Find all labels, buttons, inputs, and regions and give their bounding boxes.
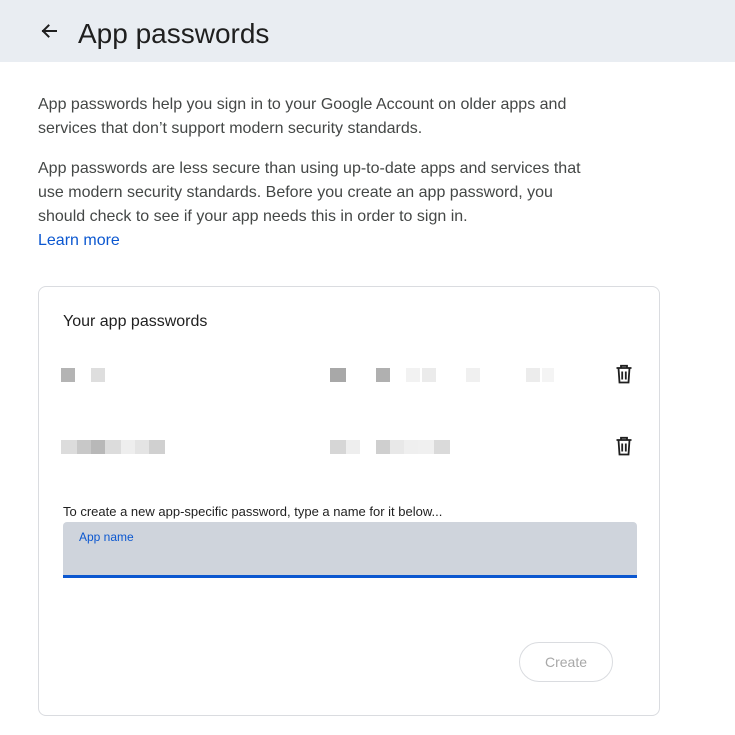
app-password-row xyxy=(39,427,659,467)
redacted-created-date xyxy=(330,368,560,382)
trash-icon xyxy=(615,436,633,461)
redacted-app-name xyxy=(61,368,111,382)
trash-icon xyxy=(615,364,633,389)
app-password-row xyxy=(39,355,659,395)
arrow-left-icon xyxy=(39,21,59,46)
back-button[interactable] xyxy=(34,18,64,48)
card-title: Your app passwords xyxy=(63,313,208,330)
redacted-app-name xyxy=(61,440,169,454)
delete-button[interactable] xyxy=(613,364,635,389)
app-name-field[interactable]: App name xyxy=(63,522,637,578)
intro-paragraph-2: App passwords are less secure than using… xyxy=(38,160,581,225)
intro-paragraph-1: App passwords help you sign in to your G… xyxy=(38,96,567,137)
app-name-input[interactable] xyxy=(79,546,623,572)
page-header: App passwords xyxy=(0,0,735,62)
page-title: App passwords xyxy=(78,18,270,49)
create-button[interactable]: Create xyxy=(519,642,613,682)
delete-button[interactable] xyxy=(613,436,635,461)
app-passwords-card: Your app passwords To create a new app-s… xyxy=(38,286,660,716)
learn-more-link[interactable]: Learn more xyxy=(38,229,120,253)
redacted-created-date xyxy=(330,440,460,454)
create-hint: To create a new app-specific password, t… xyxy=(63,504,443,519)
app-name-label: App name xyxy=(79,530,134,544)
